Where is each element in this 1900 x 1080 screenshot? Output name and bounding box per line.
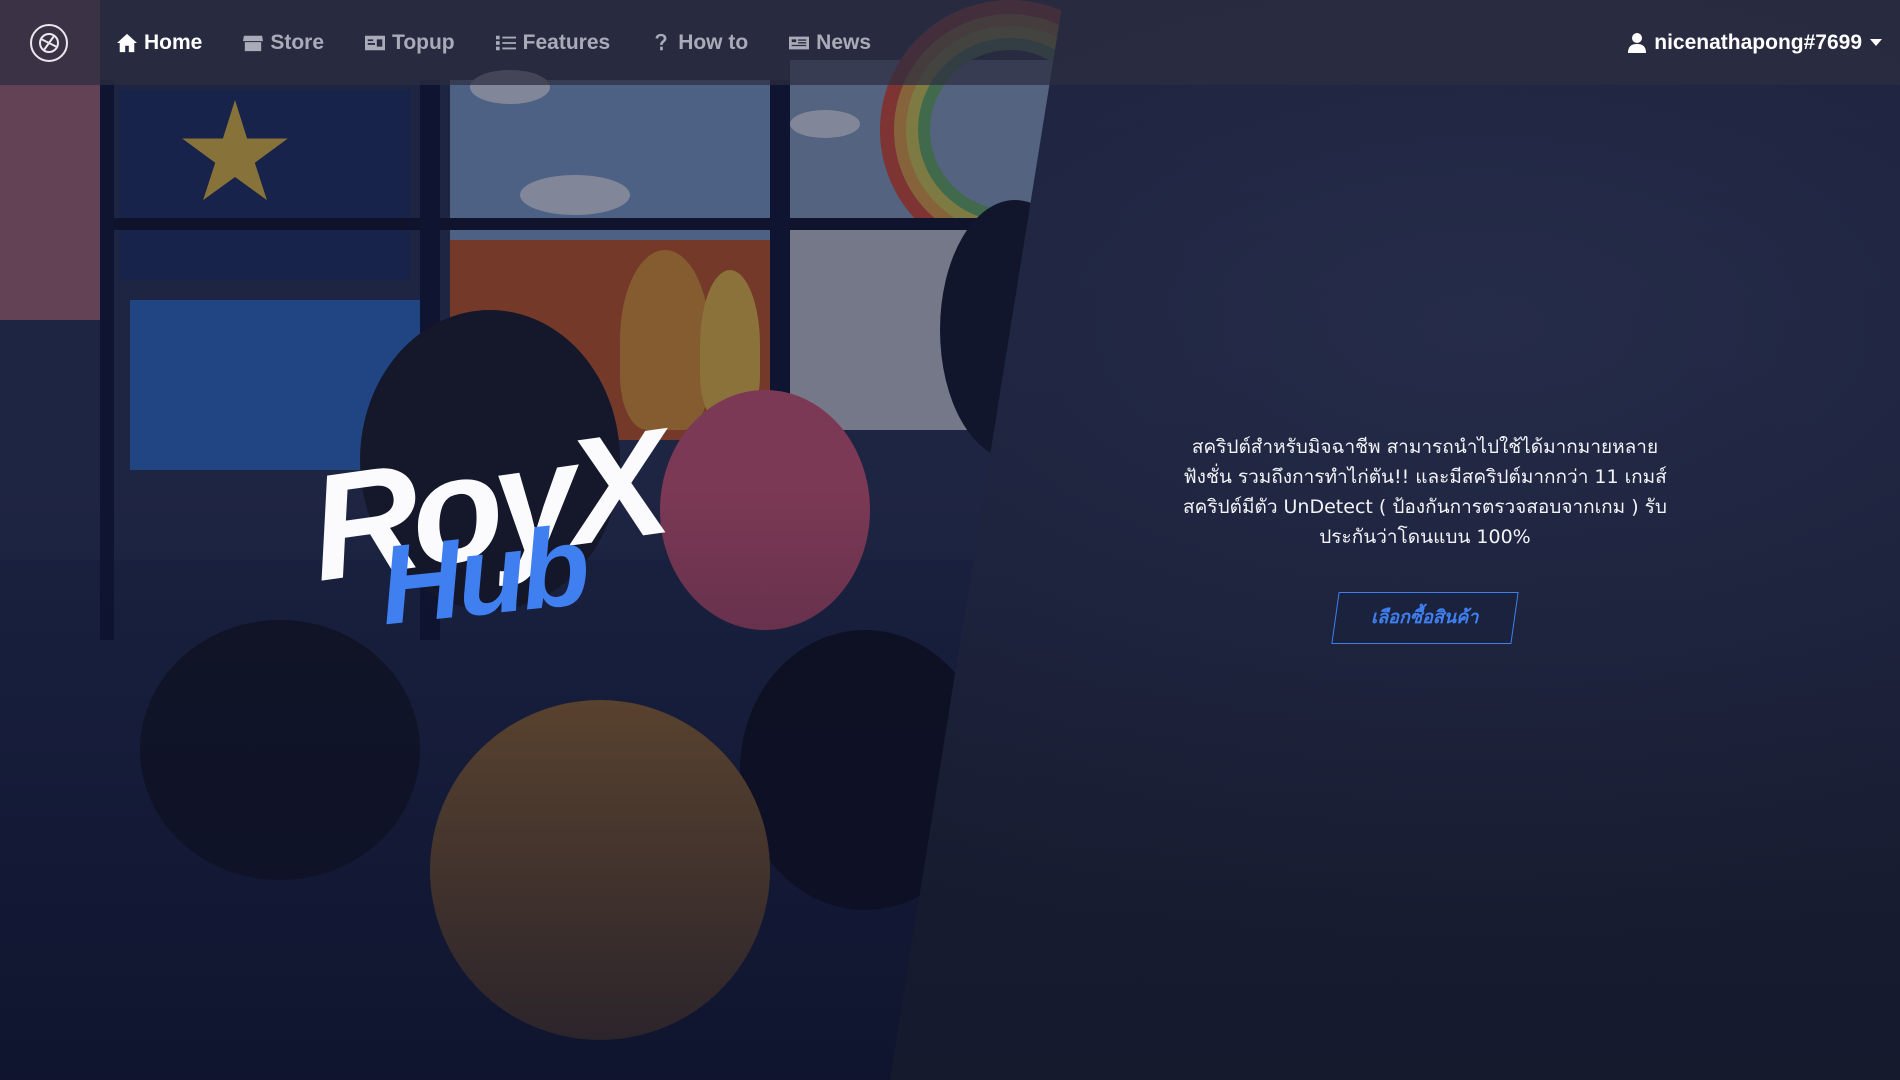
question-icon [655, 33, 667, 50]
nav-home-label: Home [144, 30, 203, 54]
nav-store[interactable]: Store [242, 31, 324, 55]
nav-home[interactable]: Home [116, 31, 202, 55]
nav-links: Home Store Topup Features How to News [116, 0, 911, 85]
brand-sub: Hub [373, 502, 592, 649]
shop-button[interactable]: เลือกซื้อสินค้า [1331, 592, 1519, 644]
list-icon [495, 35, 516, 50]
brand-logo: RoyX Hub [300, 397, 740, 648]
nav-store-label: Store [270, 30, 325, 54]
topup-icon [365, 35, 386, 50]
caret-down-icon [1870, 38, 1882, 46]
shop-button-label: เลือกซื้อสินค้า [1371, 607, 1479, 628]
nav-news[interactable]: News [788, 31, 871, 55]
top-navbar: Home Store Topup Features How to News ni… [0, 0, 1900, 85]
user-icon [1628, 32, 1647, 53]
nav-topup-label: Topup [392, 30, 455, 54]
nav-news-label: News [816, 30, 872, 54]
site-logo-icon[interactable] [30, 24, 68, 62]
user-name: nicenathapong#7699 [1654, 30, 1862, 54]
home-icon [117, 33, 137, 52]
nav-features[interactable]: Features [495, 30, 611, 55]
nav-features-label: Features [522, 30, 611, 54]
nav-topup[interactable]: Topup [364, 31, 455, 55]
user-menu[interactable]: nicenathapong#7699 [1628, 0, 1882, 85]
hero-description: สคริปต์สำหรับมิจฉาชีพ สามารถนำไปใช้ได้มา… [1183, 436, 1667, 548]
store-icon [243, 35, 264, 51]
nav-howto[interactable]: How to [650, 31, 748, 55]
hero-content: สคริปต์สำหรับมิจฉาชีพ สามารถนำไปใช้ได้มา… [1180, 432, 1670, 644]
news-icon [789, 36, 810, 49]
nav-howto-label: How to [678, 30, 749, 54]
